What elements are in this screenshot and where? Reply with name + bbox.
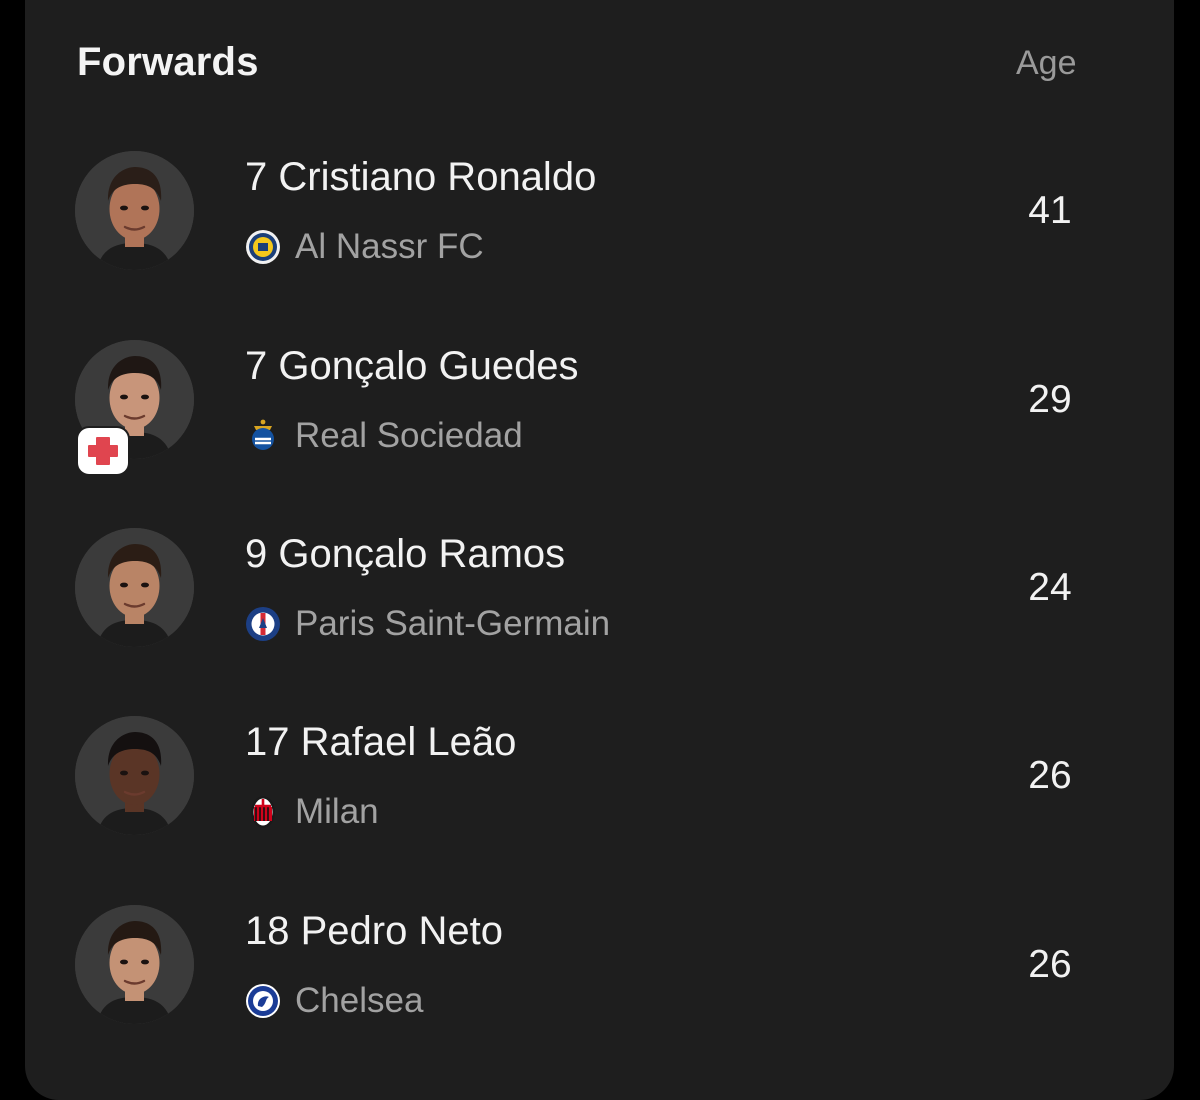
player-age: 26	[1028, 943, 1072, 986]
club-name: Real Sociedad	[295, 416, 523, 455]
section-title: Forwards	[77, 40, 259, 84]
player-row[interactable]: 17 Rafael Leão Milan 26	[0, 716, 1200, 904]
player-name: 17 Rafael Leão	[245, 720, 517, 764]
player-row[interactable]: 9 Gonçalo Ramos Paris Saint-Germain 24	[0, 528, 1200, 716]
player-row[interactable]: 18 Pedro Neto Chelsea 26	[0, 905, 1200, 1093]
club-info: Real Sociedad	[245, 416, 523, 456]
player-age: 24	[1028, 566, 1072, 609]
club-info: Milan	[245, 792, 379, 832]
player-name: 7 Gonçalo Guedes	[245, 344, 579, 388]
player-age: 41	[1028, 189, 1072, 232]
psg-logo-icon	[245, 606, 281, 642]
chelsea-logo-icon	[245, 983, 281, 1019]
club-name: Chelsea	[295, 981, 424, 1020]
ac-milan-logo-icon	[245, 794, 281, 830]
player-age: 29	[1028, 378, 1072, 421]
real-sociedad-logo-icon	[245, 418, 281, 454]
player-avatar	[75, 528, 194, 647]
player-avatar	[75, 716, 194, 835]
injury-icon	[78, 428, 128, 474]
club-name: Paris Saint-Germain	[295, 604, 611, 643]
al-nassr-logo-icon	[245, 229, 281, 265]
player-name: 18 Pedro Neto	[245, 909, 503, 953]
club-info: Chelsea	[245, 981, 423, 1021]
player-row[interactable]: 7 Gonçalo Guedes Real Sociedad 29	[0, 340, 1200, 528]
player-row[interactable]: 7 Cristiano Ronaldo Al Nassr FC 41	[0, 151, 1200, 339]
club-name: Al Nassr FC	[295, 227, 484, 266]
club-info: Al Nassr FC	[245, 227, 484, 267]
player-avatar	[75, 905, 194, 1024]
player-name: 7 Cristiano Ronaldo	[245, 155, 597, 199]
player-age: 26	[1028, 754, 1072, 797]
player-avatar	[75, 151, 194, 270]
player-name: 9 Gonçalo Ramos	[245, 532, 566, 576]
club-info: Paris Saint-Germain	[245, 604, 610, 644]
age-column-header: Age	[1016, 44, 1077, 82]
club-name: Milan	[295, 792, 379, 831]
